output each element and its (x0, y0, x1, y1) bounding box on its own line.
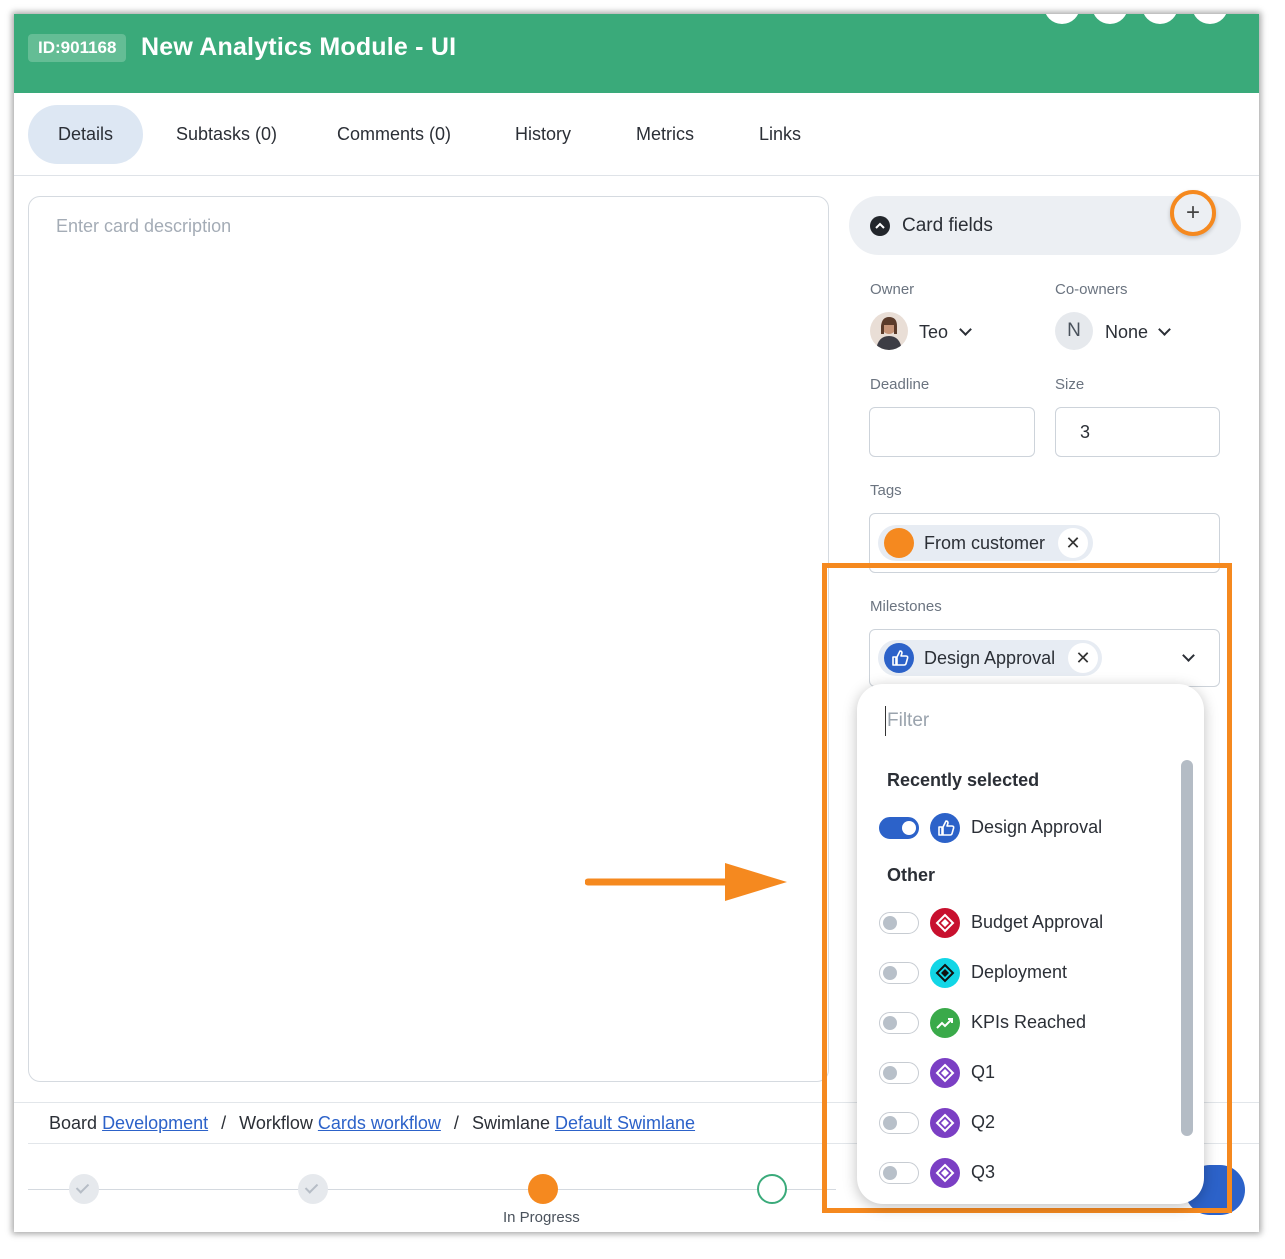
milestone-dropdown: Recently selected Design Approval Other … (857, 684, 1204, 1204)
recently-selected-title: Recently selected (887, 770, 1040, 790)
milestone-option-design-approval[interactable]: Design Approval (879, 810, 1169, 846)
milestone-option-label: Design Approval (971, 817, 1103, 837)
chevron-up-icon[interactable] (870, 216, 890, 236)
milestone-option-label: Q1 (971, 1062, 996, 1082)
diamond-icon (930, 958, 960, 988)
chevron-down-icon[interactable] (1158, 323, 1171, 336)
arrow-annotation-icon (585, 863, 787, 901)
tab-links[interactable]: Links (729, 105, 831, 164)
coowners-value[interactable]: None (1105, 322, 1148, 343)
filter-input[interactable] (885, 706, 1165, 736)
tab-metrics[interactable]: Metrics (606, 105, 724, 164)
description-placeholder: Enter card description (56, 216, 232, 236)
tag-chip[interactable]: From customer ✕ (878, 525, 1093, 561)
trend-up-icon (930, 1008, 960, 1038)
breadcrumb-swimlane-label: Swimlane (471, 1113, 550, 1133)
header-action-circle[interactable] (1044, 14, 1080, 24)
header-action-circle[interactable] (1142, 14, 1178, 24)
milestone-option-deployment[interactable]: Deployment (879, 955, 1169, 991)
description-editor[interactable]: Enter card description (28, 196, 829, 1082)
tab-history[interactable]: History (485, 105, 601, 164)
milestone-option-budget-approval[interactable]: Budget Approval (879, 905, 1169, 941)
size-label: Size (1055, 376, 1085, 393)
diamond-icon (930, 1058, 960, 1088)
diamond-icon (930, 1158, 960, 1188)
workflow-step-current[interactable] (528, 1174, 558, 1204)
workflow-step-done[interactable] (298, 1174, 328, 1204)
milestone-option-label: Deployment (971, 962, 1068, 982)
deadline-label: Deadline (870, 376, 930, 393)
check-icon (75, 1180, 90, 1194)
breadcrumb-workflow-link[interactable]: Cards workflow (318, 1113, 441, 1133)
milestone-option-q2[interactable]: Q2 (879, 1105, 1169, 1141)
plus-icon: + (1185, 199, 1200, 226)
tab-bar: Details Subtasks (0) Comments (0) Histor… (14, 93, 1259, 176)
toggle-switch[interactable] (879, 817, 919, 839)
milestone-option-label: Budget Approval (971, 912, 1104, 932)
owner-label: Owner (870, 281, 915, 298)
milestone-option-q3[interactable]: Q3 (879, 1155, 1169, 1191)
workflow-step-done[interactable] (69, 1174, 99, 1204)
breadcrumb-separator: / (453, 1113, 459, 1133)
milestone-option-q1[interactable]: Q1 (879, 1055, 1169, 1091)
check-icon (304, 1180, 319, 1194)
toggle-switch[interactable] (879, 1012, 919, 1034)
tag-text: From customer (924, 533, 1046, 553)
tab-subtasks[interactable]: Subtasks (0) (146, 105, 307, 164)
toggle-switch[interactable] (879, 1162, 919, 1184)
breadcrumb-board-label: Board (49, 1113, 98, 1133)
size-value: 3 (1080, 422, 1091, 442)
close-icon[interactable]: ✕ (1058, 528, 1088, 558)
tab-comments[interactable]: Comments (0) (307, 105, 481, 164)
tag-color-dot (884, 528, 914, 558)
workflow-progress-line (28, 1189, 836, 1190)
breadcrumb: Board Development / Workflow Cards workf… (49, 1113, 695, 1134)
add-field-button[interactable]: + (1170, 190, 1216, 236)
tab-details[interactable]: Details (28, 105, 144, 164)
diamond-icon (930, 908, 960, 938)
header-action-circle[interactable] (1192, 14, 1228, 24)
owner-avatar[interactable] (870, 312, 908, 350)
toggle-switch[interactable] (879, 1112, 919, 1134)
coowner-avatar[interactable]: N (1055, 312, 1093, 350)
card-fields-title: Card fields (902, 215, 993, 236)
thumbs-up-icon (930, 813, 960, 843)
chevron-down-icon[interactable] (959, 323, 972, 336)
coowners-label: Co-owners (1055, 281, 1128, 298)
diamond-icon (930, 1108, 960, 1138)
workflow-step-next[interactable] (757, 1174, 787, 1204)
toggle-switch[interactable] (879, 1062, 919, 1084)
card-header: ID:901168 New Analytics Module - UI (14, 14, 1259, 93)
workflow-step-label: In Progress (503, 1209, 580, 1226)
toggle-switch[interactable] (879, 912, 919, 934)
dropdown-scrollbar[interactable] (1181, 760, 1193, 1136)
tags-label: Tags (870, 482, 902, 499)
header-action-circle[interactable] (1092, 14, 1128, 24)
milestone-option-label: KPIs Reached (971, 1012, 1087, 1032)
milestone-option-label: Q2 (971, 1112, 996, 1132)
breadcrumb-workflow-label: Workflow (239, 1113, 313, 1133)
owner-value[interactable]: Teo (919, 322, 948, 343)
breadcrumb-board-link[interactable]: Development (102, 1113, 208, 1133)
milestone-option-label: Q3 (971, 1162, 996, 1182)
card-title[interactable]: New Analytics Module - UI (141, 33, 456, 62)
card-id-badge: ID:901168 (28, 34, 127, 62)
toggle-switch[interactable] (879, 962, 919, 984)
breadcrumb-separator: / (221, 1113, 227, 1133)
other-title: Other (887, 865, 936, 885)
breadcrumb-swimlane-link[interactable]: Default Swimlane (555, 1113, 695, 1133)
deadline-field[interactable] (869, 407, 1035, 457)
milestone-option-kpis-reached[interactable]: KPIs Reached (879, 1005, 1169, 1041)
